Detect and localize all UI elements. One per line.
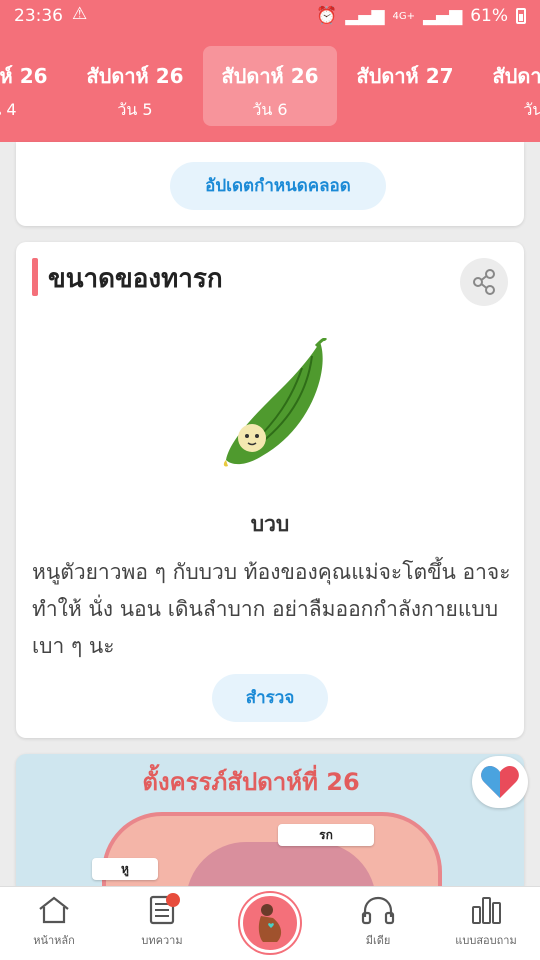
share-button[interactable] xyxy=(460,258,508,306)
week-tab[interactable]: สัปดาห์ 26 วัน 4 xyxy=(0,46,66,126)
week-tab-bar[interactable]: สัปดาห์ 26 วัน 4 สัปดาห์ 26 วัน 5 สัปดาห… xyxy=(0,34,540,142)
day-label: วัน 1 xyxy=(523,100,540,119)
luffa-illustration xyxy=(223,338,328,467)
signal-icon-2: ▂▄▆ xyxy=(422,6,463,26)
bar-chart-icon xyxy=(472,897,501,924)
ear-label: หู xyxy=(92,858,158,880)
day-label: วัน 6 xyxy=(252,100,288,119)
home-icon xyxy=(39,896,69,924)
nav-articles[interactable]: บทความ xyxy=(112,895,212,949)
battery-percent: 61% xyxy=(470,6,508,26)
bottom-navigation: หน้าหลัก บทความ มีเดีย แบบสอบถาม xyxy=(0,886,540,960)
day-label: วัน 4 xyxy=(0,100,17,119)
placenta-label: รก xyxy=(278,824,374,846)
nav-media-label: มีเดีย xyxy=(365,934,391,947)
favorite-heart-button[interactable] xyxy=(472,756,528,808)
notification-dot xyxy=(166,893,180,907)
explore-button[interactable]: สำรวจ xyxy=(212,674,328,722)
status-icons: ⏰ ▂▄▆ 4G+ ▂▄▆ 61% xyxy=(316,6,526,26)
warning-icon: ⚠ xyxy=(72,4,88,24)
week-tab[interactable]: สัปดาห์ 26 วัน 5 xyxy=(68,46,202,126)
alarm-icon: ⏰ xyxy=(316,6,338,26)
week-label: สัปดาห์ 26 xyxy=(86,64,184,88)
network-type: 4G+ xyxy=(392,10,415,22)
battery-icon xyxy=(516,8,526,24)
heart-icon xyxy=(481,766,519,798)
signal-icon: ▂▄▆ xyxy=(345,6,385,26)
pregnancy-week-image-card[interactable]: ตั้งครรภ์สัปดาห์ที่ 26 รก หู xyxy=(16,754,524,894)
pregnancy-week-heading: ตั้งครรภ์สัปดาห์ที่ 26 xyxy=(142,768,360,796)
baby-size-card: ขนาดของทารก บวบ หนูตัวยาวพอ ๆ กับบวบ ท้อ… xyxy=(16,242,524,738)
fruit-name: บวบ xyxy=(250,512,290,536)
week-label: สัปดาห์ 27 xyxy=(356,64,454,88)
week-tab-selected[interactable]: สัปดาห์ 26 วัน 6 xyxy=(203,46,337,126)
share-icon xyxy=(473,269,495,295)
title-accent-bar xyxy=(32,258,38,296)
week-label: สัปดาห์ 26 xyxy=(221,64,319,88)
headphones-icon xyxy=(361,896,395,925)
pregnant-woman-icon xyxy=(258,904,282,942)
nav-quiz[interactable]: แบบสอบถาม xyxy=(436,895,536,949)
nav-media[interactable]: มีเดีย xyxy=(328,895,428,949)
status-time: 23:36 xyxy=(14,6,63,26)
baby-size-title: ขนาดของทารก xyxy=(48,264,223,294)
week-label: สัปดาห์ 27 xyxy=(492,64,540,88)
nav-quiz-label: แบบสอบถาม xyxy=(455,934,517,947)
nav-pregnancy-center-button[interactable] xyxy=(240,893,300,953)
nav-articles-label: บทความ xyxy=(141,934,183,947)
update-due-date-button[interactable]: อัปเดตกำหนดคลอด xyxy=(170,162,386,210)
day-label: วัน 5 xyxy=(117,100,153,119)
week-tab[interactable]: สัปดาห์ 27 xyxy=(338,46,472,126)
status-bar: 23:36 ⚠ ⏰ ▂▄▆ 4G+ ▂▄▆ 61% xyxy=(0,0,540,34)
nav-home-label: หน้าหลัก xyxy=(33,934,75,947)
week-label: สัปดาห์ 26 xyxy=(0,64,48,88)
nav-home[interactable]: หน้าหลัก xyxy=(4,895,104,949)
baby-size-description: หนูตัวยาวพอ ๆ กับบวบ ท้องของคุณแม่จะโตขึ… xyxy=(32,560,511,658)
week-tab[interactable]: สัปดาห์ 27 วัน 1 xyxy=(474,46,540,126)
due-date-card: อัปเดตกำหนดคลอด xyxy=(16,142,524,226)
